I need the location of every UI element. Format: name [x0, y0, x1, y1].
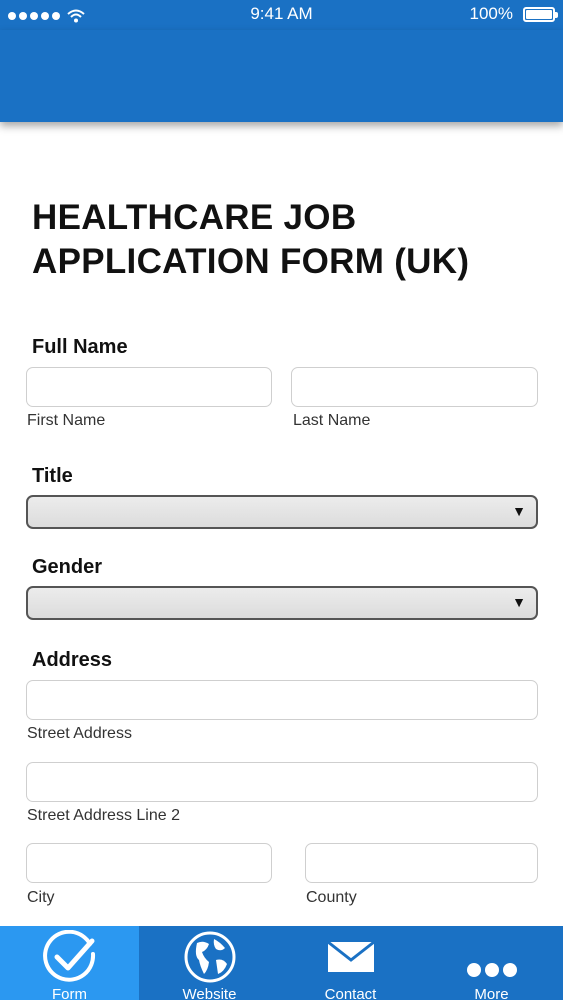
- title-label: Title: [32, 465, 73, 487]
- battery-icon: [523, 7, 558, 22]
- first-name-sublabel: First Name: [27, 412, 106, 429]
- gender-label: Gender: [32, 556, 103, 578]
- last-name-input[interactable]: [291, 367, 538, 407]
- checkmark-circle-icon: [42, 930, 95, 982]
- status-bar: 9:41 AM 100%: [0, 0, 563, 30]
- county-sublabel: County: [306, 889, 357, 906]
- street-address-sublabel: Street Address: [27, 725, 132, 742]
- street-address-line2-input[interactable]: [26, 762, 538, 802]
- form-title: HEALTHCARE JOB APPLICATION FORM (UK): [32, 198, 470, 281]
- tab-form-label: Form: [52, 986, 87, 1003]
- street-address-input[interactable]: [26, 680, 538, 720]
- county-input[interactable]: [305, 843, 538, 883]
- title-select[interactable]: ▼: [26, 495, 538, 529]
- tab-contact[interactable]: Contact: [280, 926, 421, 1003]
- envelope-icon: [326, 940, 375, 972]
- bottom-tab-bar: Form Website Contact More: [0, 926, 563, 1003]
- dropdown-arrow-icon: ▼: [512, 594, 526, 610]
- first-name-input[interactable]: [26, 367, 272, 407]
- street-address-line2-sublabel: Street Address Line 2: [27, 807, 180, 824]
- tab-more-label: More: [474, 986, 509, 1003]
- tab-website-label: Website: [182, 986, 237, 1003]
- app-header: [0, 30, 563, 122]
- more-dots-icon: [466, 963, 517, 977]
- city-input[interactable]: [26, 843, 272, 883]
- full-name-label: Full Name: [32, 336, 128, 358]
- tab-more[interactable]: More: [421, 926, 562, 1003]
- globe-icon: [184, 931, 235, 983]
- address-label: Address: [32, 649, 113, 671]
- last-name-sublabel: Last Name: [293, 412, 371, 429]
- tab-form[interactable]: Form: [0, 926, 139, 1003]
- city-sublabel: City: [27, 889, 55, 906]
- dropdown-arrow-icon: ▼: [512, 503, 526, 519]
- tab-contact-label: Contact: [324, 986, 377, 1003]
- battery-percentage: 100%: [469, 4, 513, 23]
- gender-select[interactable]: ▼: [26, 586, 538, 620]
- tab-website[interactable]: Website: [139, 926, 280, 1003]
